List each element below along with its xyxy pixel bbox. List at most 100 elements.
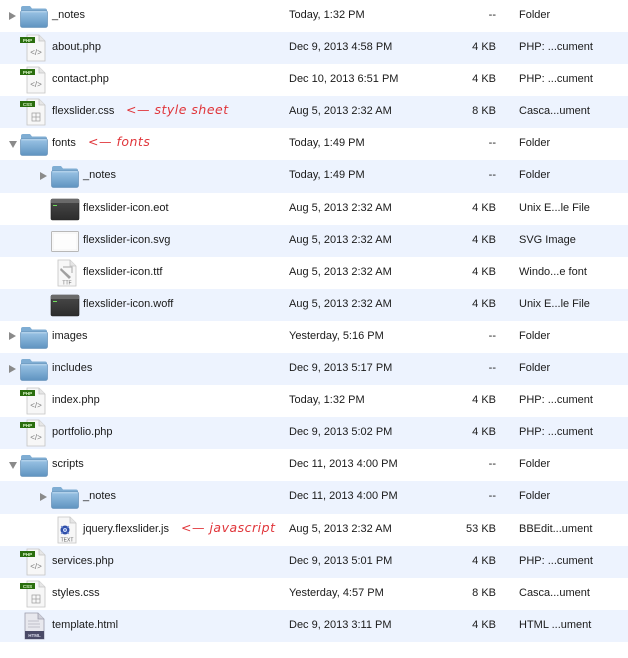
file-kind: Unix E...le File xyxy=(519,297,590,310)
file-row[interactable]: PHP </> about.php Dec 9, 2013 4:58 PM 4 KB… xyxy=(0,32,628,65)
svg-text:TTF: TTF xyxy=(62,280,71,286)
unix-executable-icon xyxy=(50,195,80,223)
file-kind: BBEdit...ument xyxy=(519,522,593,535)
bbedit-text-icon: TEXT xyxy=(50,516,80,544)
file-kind: Folder xyxy=(519,329,551,342)
file-name[interactable]: flexslider-icon.woff xyxy=(83,298,173,310)
file-name[interactable]: _notes xyxy=(83,169,116,181)
date-modified: Yesterday, 5:16 PM xyxy=(289,329,384,342)
svg-text:TEXT: TEXT xyxy=(61,537,74,543)
file-name[interactable]: flexslider-icon.svg xyxy=(83,234,170,246)
file-kind: SVG Image xyxy=(519,233,576,246)
file-size: -- xyxy=(488,458,496,471)
file-name[interactable]: template.html xyxy=(52,619,118,631)
folder-icon xyxy=(19,130,49,158)
file-kind: Folder xyxy=(519,9,551,21)
file-row[interactable]: PHP </> index.php Today, 1:32 PM 4 KB PHP: … xyxy=(0,385,628,417)
file-name[interactable]: fonts xyxy=(52,137,76,149)
svg-text:PHP: PHP xyxy=(23,391,32,396)
svg-text:</>: </> xyxy=(30,80,42,89)
file-row[interactable]: CSS styles.css Yesterday, 4:57 PM 8 KB Casc… xyxy=(0,578,628,610)
php-file-icon: PHP </> xyxy=(19,548,49,576)
file-row[interactable]: flexslider-icon.svg Aug 5, 2013 2:32 AM 4 … xyxy=(0,224,628,257)
date-modified: Today, 1:49 PM xyxy=(289,137,365,150)
disclosure-triangle-closed-icon[interactable] xyxy=(9,332,16,341)
file-kind: Folder xyxy=(519,490,551,503)
file-size: 4 KB xyxy=(472,297,496,310)
file-kind: PHP: ...cument xyxy=(519,554,593,567)
file-name[interactable]: services.php xyxy=(52,555,114,567)
file-name[interactable]: styles.css xyxy=(52,587,100,599)
file-name[interactable]: flexslider-icon.ttf xyxy=(83,266,162,278)
file-row[interactable]: PHP </> services.php Dec 9, 2013 5:01 PM 4… xyxy=(0,545,628,578)
handwritten-annotation: <— fonts xyxy=(88,134,151,150)
file-name[interactable]: flexslider.css xyxy=(52,105,114,117)
file-kind: Windo...e font xyxy=(519,265,587,278)
file-kind: PHP: ...cument xyxy=(519,394,593,407)
file-size: 4 KB xyxy=(472,41,496,54)
file-name[interactable]: images xyxy=(52,330,87,342)
file-name[interactable]: scripts xyxy=(52,458,84,470)
file-row[interactable]: PHP </> portfolio.php Dec 9, 2013 5:02 PM… xyxy=(0,417,628,450)
file-size: 8 KB xyxy=(472,105,496,118)
file-size: -- xyxy=(488,362,496,375)
disclosure-triangle-open-icon[interactable] xyxy=(9,141,17,149)
file-name[interactable]: contact.php xyxy=(52,73,109,85)
file-kind: Unix E...le File xyxy=(519,201,590,214)
date-modified: Dec 9, 2013 5:17 PM xyxy=(289,362,393,375)
file-row[interactable]: HTML template.html Dec 9, 2013 3:11 PM 4 K… xyxy=(0,609,628,642)
svg-text:</>: </> xyxy=(30,433,42,442)
css-file-icon: CSS xyxy=(19,98,49,126)
file-row[interactable]: CSS flexslider.css <— style sheet Aug 5, 2… xyxy=(0,96,628,129)
date-modified: Aug 5, 2013 2:32 AM xyxy=(289,522,392,535)
svg-text:PHP: PHP xyxy=(23,423,32,428)
date-modified: Today, 1:32 PM xyxy=(289,9,365,21)
date-modified: Dec 11, 2013 4:00 PM xyxy=(289,458,398,471)
disclosure-triangle-closed-icon[interactable] xyxy=(40,171,47,180)
file-kind: Casca...ument xyxy=(519,586,590,599)
css-file-icon: CSS xyxy=(19,580,49,608)
file-row[interactable]: images Yesterday, 5:16 PM -- Folder xyxy=(0,321,628,353)
file-row[interactable]: _notes Today, 1:32 PM -- Folder xyxy=(0,0,628,32)
file-row[interactable]: _notes Today, 1:49 PM -- Folder xyxy=(0,160,628,193)
file-name[interactable]: about.php xyxy=(52,41,101,53)
date-modified: Yesterday, 4:57 PM xyxy=(289,586,384,599)
svg-text:</>: </> xyxy=(30,401,42,410)
disclosure-triangle-closed-icon[interactable] xyxy=(40,492,47,501)
file-row[interactable]: _notes Dec 11, 2013 4:00 PM -- Folder xyxy=(0,481,628,514)
file-size: -- xyxy=(488,329,496,342)
file-row[interactable]: TEXT jquery.flexslider.js <— javascript Au… xyxy=(0,514,628,546)
file-row[interactable]: PHP </> contact.php Dec 10, 2013 6:51 PM 4… xyxy=(0,64,628,96)
disclosure-triangle-closed-icon[interactable] xyxy=(9,11,16,20)
file-name[interactable]: _notes xyxy=(52,9,85,21)
disclosure-triangle-closed-icon[interactable] xyxy=(9,364,16,373)
file-name[interactable]: index.php xyxy=(52,394,100,406)
folder-icon xyxy=(19,2,49,30)
file-size: 4 KB xyxy=(472,426,496,439)
php-file-icon: PHP </> xyxy=(19,66,49,94)
file-size: -- xyxy=(488,9,496,21)
file-name[interactable]: _notes xyxy=(83,490,116,502)
svg-text:PHP: PHP xyxy=(23,70,32,75)
file-row[interactable]: includes Dec 9, 2013 5:17 PM -- Folder xyxy=(0,353,628,386)
file-name[interactable]: jquery.flexslider.js xyxy=(83,523,169,535)
svg-text:PHP: PHP xyxy=(23,38,32,43)
file-name[interactable]: portfolio.php xyxy=(52,426,113,438)
date-modified: Dec 9, 2013 5:02 PM xyxy=(289,426,393,439)
file-row[interactable]: scripts Dec 11, 2013 4:00 PM -- Folder xyxy=(0,449,628,481)
file-size: 8 KB xyxy=(472,586,496,599)
date-modified: Dec 9, 2013 3:11 PM xyxy=(289,618,392,631)
file-size: -- xyxy=(488,490,496,503)
file-name[interactable]: includes xyxy=(52,362,92,374)
ttf-font-icon: TTF xyxy=(50,259,80,287)
file-size: 53 KB xyxy=(466,522,496,535)
file-row[interactable]: fonts <— fonts Today, 1:49 PM -- Folder xyxy=(0,128,628,160)
folder-icon xyxy=(50,162,80,190)
file-row[interactable]: flexslider-icon.eot Aug 5, 2013 2:32 AM 4 … xyxy=(0,193,628,225)
disclosure-triangle-open-icon[interactable] xyxy=(9,462,17,470)
file-name[interactable]: flexslider-icon.eot xyxy=(83,202,169,214)
file-kind: Folder xyxy=(519,458,551,471)
file-size: 4 KB xyxy=(472,554,496,567)
file-row[interactable]: flexslider-icon.woff Aug 5, 2013 2:32 AM 4… xyxy=(0,288,628,321)
file-row[interactable]: TTF flexslider-icon.ttf Aug 5, 2013 2:32 … xyxy=(0,257,628,289)
